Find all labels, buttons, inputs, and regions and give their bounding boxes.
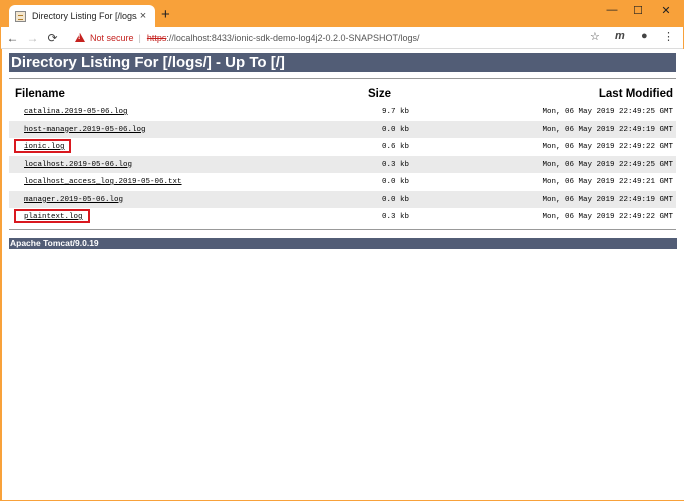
tab-strip: Directory Listing For [/logs/] × + — ☐ ✕	[1, 0, 683, 27]
table-row: manager.2019-05-06.log 0.0 kb Mon, 06 May …	[9, 190, 676, 208]
file-link[interactable]: manager.2019-05-06.log	[24, 196, 123, 204]
browser-window: Directory Listing For [/logs/] × + — ☐ ✕…	[1, 0, 684, 500]
url-text: ://localhost:8433/ionic-sdk-demo-log4j2-…	[166, 32, 420, 43]
table-row: ionic.log 0.6 kb Mon, 06 May 2019 22:49:22…	[9, 138, 676, 156]
extension-icon[interactable]: m	[615, 30, 625, 42]
file-link[interactable]: catalina.2019-05-06.log	[24, 108, 128, 116]
file-link[interactable]: localhost_access_log.2019-05-06.txt	[24, 178, 182, 186]
tab-close-icon[interactable]: ×	[137, 10, 149, 22]
page-content: Directory Listing For [/logs/] - Up To […	[2, 49, 684, 500]
back-button[interactable]: ←	[4, 31, 21, 45]
file-link[interactable]: localhost.2019-05-06.log	[24, 161, 132, 169]
address-bar[interactable]: Not secure | https://localhost:8433/ioni…	[71, 29, 611, 46]
file-link[interactable]: host-manager.2019-05-06.log	[24, 126, 146, 134]
tab-title: Directory Listing For [/logs/]	[32, 11, 137, 21]
file-modified: Mon, 06 May 2019 22:49:22 GMT	[542, 143, 673, 151]
file-size: 0.3 kb	[382, 160, 410, 169]
file-modified: Mon, 06 May 2019 22:49:21 GMT	[542, 178, 673, 186]
browser-toolbar: ← → ⟳ Not secure | https://localhost:843…	[1, 27, 683, 49]
url-scheme: https	[146, 32, 167, 43]
column-last-modified: Last Modified	[598, 88, 673, 100]
close-window-button[interactable]: ✕	[656, 4, 676, 17]
file-size: 0.0 kb	[382, 195, 410, 204]
server-footer: Apache Tomcat/9.0.19	[9, 238, 677, 249]
file-modified: Mon, 06 May 2019 22:49:22 GMT	[542, 213, 673, 221]
top-divider	[9, 78, 676, 79]
file-size: 0.3 kb	[382, 213, 410, 221]
new-tab-button[interactable]: +	[161, 7, 170, 23]
browser-tab[interactable]: Directory Listing For [/logs/] ×	[9, 5, 155, 27]
table-row: catalina.2019-05-06.log 9.7 kb Mon, 06 May…	[9, 103, 676, 121]
maximize-button[interactable]: ☐	[628, 4, 648, 17]
file-rows: catalina.2019-05-06.log 9.7 kb Mon, 06 May…	[9, 103, 676, 226]
file-modified: Mon, 06 May 2019 22:49:19 GMT	[542, 125, 673, 134]
table-header: Filename Size Last Modified	[9, 86, 676, 103]
table-row: localhost.2019-05-06.log 0.3 kb Mon, 06 Ma…	[9, 155, 676, 173]
bookmark-star-icon[interactable]: ☆	[590, 30, 600, 43]
page-title: Directory Listing For [/logs/] - Up To […	[9, 53, 676, 72]
address-separator: |	[138, 32, 141, 43]
file-listing: Filename Size Last Modified catalina.201…	[9, 86, 676, 226]
highlight-box	[14, 139, 72, 153]
highlight-box	[14, 209, 90, 223]
file-modified: Mon, 06 May 2019 22:49:19 GMT	[542, 195, 673, 204]
security-indicator[interactable]: Not secure	[90, 33, 134, 43]
table-row: host-manager.2019-05-06.log 0.0 kb Mon, 06…	[9, 120, 676, 138]
account-icon[interactable]: ●	[641, 30, 648, 42]
minimize-button[interactable]: —	[602, 4, 622, 16]
table-row: plaintext.log 0.3 kb Mon, 06 May 2019 22:4…	[9, 208, 676, 226]
forward-button[interactable]: →	[24, 31, 41, 45]
file-modified: Mon, 06 May 2019 22:49:25 GMT	[542, 160, 673, 169]
bottom-divider	[9, 229, 676, 230]
favicon-icon	[15, 10, 26, 22]
warning-icon	[75, 33, 85, 42]
column-size: Size	[368, 88, 392, 100]
file-size: 0.0 kb	[382, 125, 410, 134]
column-filename: Filename	[15, 88, 65, 100]
table-row: localhost_access_log.2019-05-06.txt 0.0 k…	[9, 173, 676, 191]
file-size: 9.7 kb	[382, 108, 410, 116]
menu-icon[interactable]: ⋮	[663, 30, 674, 43]
reload-button[interactable]: ⟳	[44, 31, 61, 45]
file-size: 0.0 kb	[382, 178, 410, 186]
file-size: 0.6 kb	[382, 143, 410, 151]
file-modified: Mon, 06 May 2019 22:49:25 GMT	[542, 108, 673, 116]
